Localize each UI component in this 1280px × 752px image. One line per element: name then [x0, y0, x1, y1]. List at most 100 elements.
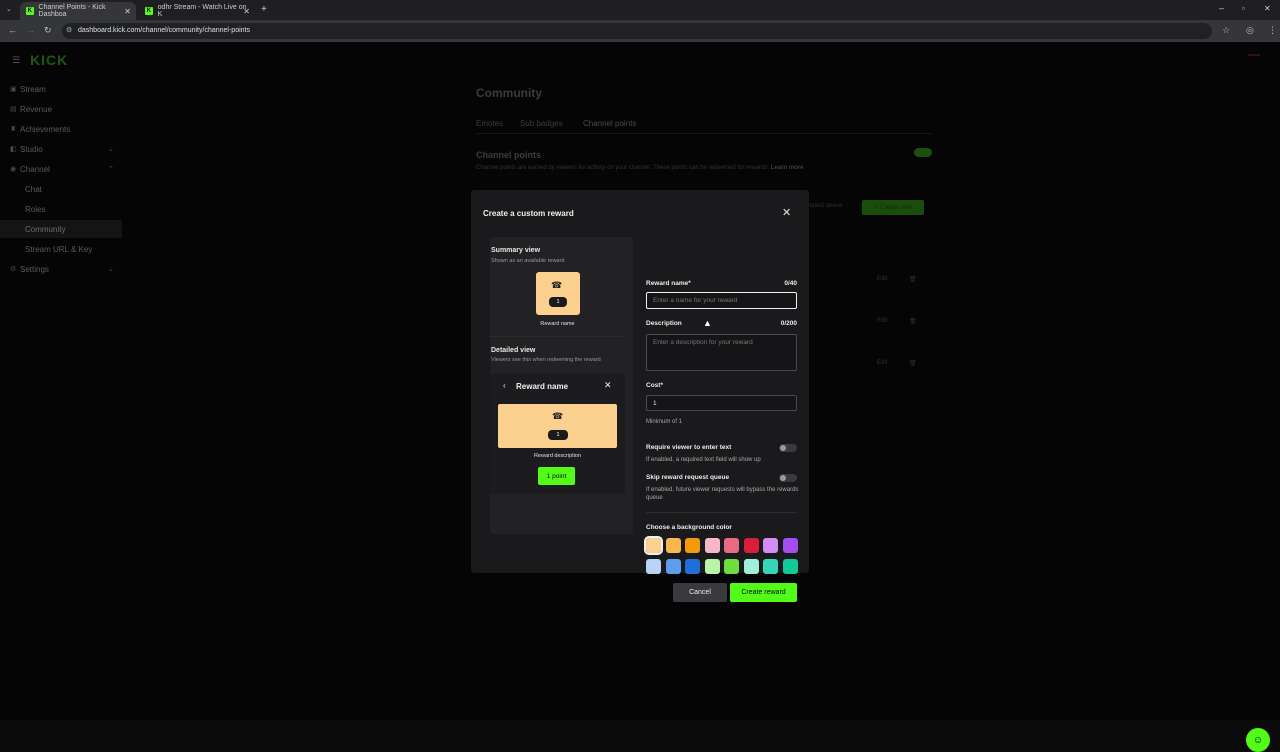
- reload-icon[interactable]: ↻: [44, 25, 52, 36]
- color-swatch[interactable]: [743, 559, 759, 574]
- sidebar-item-roles[interactable]: Roles: [0, 200, 122, 218]
- trash-icon[interactable]: 🗑: [909, 318, 917, 325]
- color-swatch[interactable]: [743, 538, 759, 553]
- close-icon[interactable]: ✕: [782, 206, 791, 219]
- tab-title: Channel Points - Kick Dashboa: [38, 4, 106, 18]
- section-title: Channel points: [476, 150, 541, 160]
- color-swatch[interactable]: [665, 538, 681, 553]
- sidebar-item-channel[interactable]: ◉ Channel ⌃: [0, 160, 122, 178]
- color-swatch[interactable]: [724, 559, 739, 574]
- trash-icon[interactable]: 🗑: [909, 276, 917, 283]
- cost-label: Cost*: [646, 382, 663, 389]
- sidebar-item-stream[interactable]: ▣ Stream: [0, 80, 122, 98]
- sidebar-item-label: Stream: [20, 84, 46, 94]
- back-icon[interactable]: ←: [8, 25, 17, 35]
- gift-icon: ☎: [551, 280, 563, 290]
- preview-divider: [490, 336, 625, 337]
- trash-icon[interactable]: 🗑: [909, 360, 917, 367]
- chevron-down-icon: ⌄: [108, 266, 114, 273]
- modal-title: Create a custom reward: [483, 209, 574, 218]
- color-swatch[interactable]: [646, 559, 661, 574]
- description-label: Description: [646, 320, 682, 327]
- site-info-icon[interactable]: ⚙: [66, 23, 72, 39]
- color-swatch[interactable]: [704, 559, 720, 574]
- sidebar-item-label: Chat: [25, 184, 42, 194]
- sidebar-item-chat[interactable]: Chat: [0, 180, 122, 198]
- bookmark-star-icon[interactable]: ☆: [1222, 25, 1230, 36]
- skip-queue-label: Skip reward request queue: [646, 474, 730, 481]
- tab-search-icon[interactable]: ⌄: [6, 5, 12, 13]
- summary-view-subtitle: Shown as an available reward: [491, 258, 565, 264]
- close-window-icon[interactable]: ✕: [1264, 4, 1271, 13]
- tab-sub-badges[interactable]: Sub badges: [520, 119, 563, 128]
- sidebar-item-label: Studio: [20, 144, 43, 154]
- sidebar-item-settings[interactable]: ⚙ Settings ⌄: [0, 260, 122, 278]
- sidebar-item-stream-url-key[interactable]: Stream URL & Key: [0, 240, 122, 258]
- color-swatch[interactable]: [782, 538, 798, 553]
- color-swatch[interactable]: [685, 559, 700, 574]
- create-reward-modal: Create a custom reward ✕ Summary view Sh…: [471, 190, 809, 602]
- color-swatch[interactable]: [704, 538, 720, 553]
- edit-reward-button[interactable]: Edit: [877, 318, 887, 324]
- detailed-reward-card: ‹ Reward name ✕ ☎ 1 Reward description 1…: [490, 374, 625, 494]
- color-swatch[interactable]: [665, 559, 681, 574]
- color-swatch[interactable]: [782, 559, 798, 574]
- page-title: Community: [476, 86, 542, 100]
- channel-points-toggle[interactable]: [914, 148, 932, 157]
- color-swatch[interactable]: [685, 538, 700, 553]
- detailed-reward-name: Reward name: [516, 382, 569, 391]
- learn-more-link[interactable]: Learn more: [771, 165, 804, 171]
- sidebar-item-label: Achievements: [20, 124, 71, 134]
- cancel-button[interactable]: Cancel: [673, 583, 727, 602]
- description-input[interactable]: [646, 334, 797, 371]
- close-icon: ✕: [604, 380, 612, 390]
- mouse-cursor-icon: ▲: [703, 318, 712, 328]
- sidebar-item-community[interactable]: Community: [0, 220, 122, 238]
- help-chat-icon[interactable]: ☺: [1246, 728, 1270, 752]
- color-swatch[interactable]: [644, 536, 663, 555]
- chevron-up-icon: ⌃: [108, 166, 114, 173]
- hamburger-menu-icon[interactable]: ☰: [12, 55, 20, 66]
- browser-tab-bar: ⌄ K Channel Points - Kick Dashboa ✕ K od…: [0, 0, 1280, 20]
- sidebar-item-achievements[interactable]: ♜ Achievements: [0, 120, 122, 138]
- profile-icon[interactable]: ◎: [1246, 25, 1254, 36]
- close-tab-icon[interactable]: ✕: [243, 7, 250, 16]
- edit-reward-button[interactable]: Edit: [877, 276, 887, 282]
- maximize-icon[interactable]: ▫: [1242, 4, 1245, 13]
- tab-channel-points[interactable]: Channel points: [583, 119, 637, 134]
- create-new-button[interactable]: + Create new: [862, 200, 924, 215]
- create-reward-button[interactable]: Create reward: [730, 583, 797, 602]
- tab-emotes[interactable]: Emotes: [476, 119, 503, 128]
- sidebar-item-label: Stream URL & Key: [25, 244, 93, 254]
- toggle-knob: [780, 445, 786, 451]
- sidebar-item-label: Channel: [20, 164, 50, 174]
- sidebar-item-studio[interactable]: ◧ Studio ⌄: [0, 140, 122, 158]
- browser-tab-stream[interactable]: K odhr Stream - Watch Live on K ✕: [139, 2, 255, 20]
- url-text: dashboard.kick.com/channel/community/cha…: [78, 27, 250, 34]
- edit-reward-button[interactable]: Edit: [877, 360, 887, 366]
- live-indicator: [1248, 54, 1260, 56]
- new-tab-icon[interactable]: +: [261, 4, 267, 15]
- channel-icon: ◉: [10, 166, 17, 173]
- color-swatch[interactable]: [763, 538, 778, 553]
- studio-icon: ◧: [10, 146, 17, 153]
- url-field[interactable]: ⚙ dashboard.kick.com/channel/community/c…: [62, 23, 1212, 39]
- cost-input[interactable]: [646, 395, 797, 411]
- color-swatch[interactable]: [763, 559, 778, 574]
- bg-color-label: Choose a background color: [646, 524, 732, 531]
- reward-name-input[interactable]: [646, 292, 797, 309]
- forward-icon[interactable]: →: [26, 25, 35, 35]
- toggle-knob: [780, 475, 786, 481]
- browser-tab-channel-points[interactable]: K Channel Points - Kick Dashboa ✕: [20, 2, 136, 20]
- skip-queue-toggle[interactable]: [779, 474, 797, 482]
- sidebar-item-label: Revenue: [20, 104, 53, 114]
- color-swatch[interactable]: [724, 538, 739, 553]
- kick-favicon-icon: K: [145, 7, 153, 15]
- request-queue-link[interactable]: equest queue: [806, 203, 842, 209]
- require-text-toggle[interactable]: [779, 444, 797, 452]
- kick-logo[interactable]: KICK: [30, 52, 68, 68]
- menu-dots-icon[interactable]: ⋮: [1268, 25, 1277, 36]
- close-tab-icon[interactable]: ✕: [124, 7, 131, 16]
- minimize-icon[interactable]: –: [1219, 3, 1224, 13]
- sidebar-item-revenue[interactable]: ▤ Revenue: [0, 100, 122, 118]
